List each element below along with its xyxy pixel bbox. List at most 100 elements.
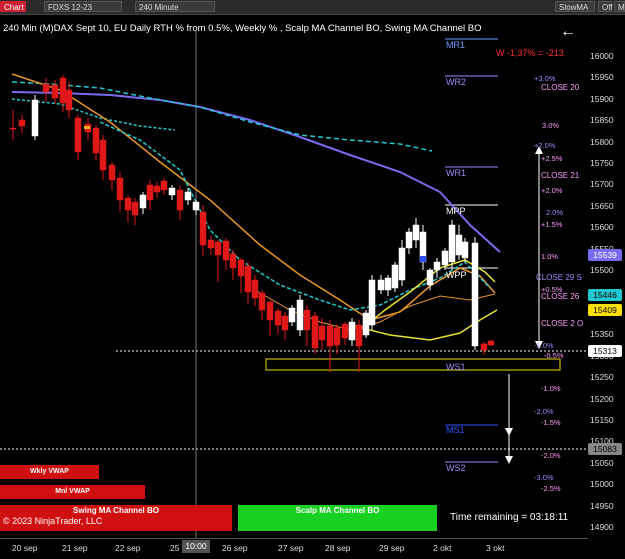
pct-label: 3.0% (542, 121, 560, 130)
candle-body (355, 324, 363, 347)
candle-body (168, 187, 176, 196)
candle-body (281, 315, 289, 331)
price-tick: 15800 (590, 136, 614, 147)
candle-body (480, 343, 488, 351)
candle-marker (84, 126, 90, 129)
price-axis: 16000 15950 15900 15850 15800 15750 15700 15650… (588, 30, 625, 540)
mnl-vwap-box: Mnl VWAP (0, 485, 145, 499)
close-label: CLOSE 29 S (536, 273, 582, 282)
candle-body (184, 191, 192, 201)
pct-label: -3.0% (534, 473, 554, 482)
price-tick: 14900 (590, 522, 614, 532)
candle-body (471, 242, 479, 347)
candle-body (412, 224, 420, 241)
level-mr1: MR1 (446, 40, 466, 50)
candle-body (51, 84, 59, 99)
price-chart[interactable] (0, 0, 588, 538)
candle-body (441, 250, 449, 266)
pct-label: -1.0% (534, 341, 554, 350)
price-tick: 15750 (590, 158, 614, 169)
time-axis: 20 sep 21 sep 22 sep 25 26 sep 27 sep 28 sep 29… (0, 538, 588, 559)
pct-label: -0.5% (544, 351, 564, 360)
candle-body (153, 185, 161, 193)
time-remaining-text: Time remaining = 03:18:11 (450, 512, 569, 523)
arrow-down-icon (505, 428, 513, 436)
candle-body (384, 277, 392, 291)
candle-body (31, 99, 39, 137)
candle-body (192, 201, 200, 211)
price-tag: 15446 (588, 289, 622, 301)
time-label: 22 sep (115, 543, 141, 553)
purple-ma-line (11, 91, 501, 253)
candle-body (99, 139, 107, 171)
candle-body (124, 197, 132, 211)
candle-body (65, 89, 73, 111)
mvwap-toggle[interactable]: M VWAP (614, 1, 625, 12)
candle-body (258, 292, 266, 311)
candle-body (222, 240, 230, 261)
candle-body (398, 247, 406, 281)
pct-label: +2.0% (534, 141, 556, 150)
time-label: 25 (170, 543, 180, 553)
level-ws2: WS2 (446, 463, 466, 473)
candle-body (303, 309, 311, 331)
price-tick: 15500 (590, 265, 614, 276)
price-tick: 15200 (590, 393, 614, 404)
arrow-down-icon (505, 456, 513, 464)
candle-body (9, 127, 17, 130)
candle-body (59, 77, 67, 104)
pct-label: 1.0% (541, 252, 559, 261)
time-label: 29 sep (379, 543, 405, 553)
candle-body (348, 321, 356, 341)
candle-body (426, 269, 434, 286)
candle-body (42, 83, 50, 93)
candle-body (311, 315, 319, 349)
time-label: 28 sep (325, 543, 351, 553)
candle-body (139, 194, 147, 209)
cursor-time-label: 10:00 (182, 540, 210, 553)
price-tick: 15650 (590, 200, 614, 211)
candle-body (229, 253, 237, 269)
price-tick: 15700 (590, 179, 614, 190)
level-wpp: WPP (446, 270, 467, 280)
time-label: 20 sep (12, 543, 38, 553)
candle-body (92, 127, 100, 154)
candle-body (244, 265, 252, 293)
candle-body (108, 164, 116, 181)
ws1-zone-box (265, 358, 561, 371)
candle-body (461, 241, 469, 259)
candle-body (333, 327, 341, 346)
off-toggle[interactable]: Off (598, 1, 613, 12)
pct-label: +2.5% (541, 154, 563, 163)
price-tag: 15313 (588, 345, 622, 357)
candle-body (214, 241, 222, 256)
level-wr1: WR1 (446, 168, 466, 178)
candle-body (318, 325, 326, 341)
candle-body (116, 177, 124, 201)
candle-body (274, 310, 282, 326)
price-tick: 15850 (590, 115, 614, 126)
candle-body (74, 117, 82, 153)
time-label: 3 okt (486, 543, 505, 553)
close-label: CLOSE 2 O (541, 319, 584, 328)
candle-body (433, 261, 441, 271)
candle-body (199, 211, 207, 246)
level-mpp: MPP (446, 206, 466, 216)
close-label: CLOSE 21 (541, 171, 580, 180)
candle-body (237, 259, 245, 277)
time-label: 26 sep (222, 543, 248, 553)
price-tag: 15083 (588, 443, 622, 455)
time-label: 21 sep (62, 543, 88, 553)
candle-body (341, 323, 349, 339)
wkly-vwap-box: Wkly VWAP (0, 465, 99, 479)
pct-label: +2.0% (541, 186, 563, 195)
candle-body (377, 279, 385, 291)
price-tick: 15950 (590, 72, 614, 83)
copyright-text: © 2023 NinjaTrader, LLC (3, 516, 103, 526)
price-tick: 15600 (590, 222, 614, 233)
price-tick: 15350 (590, 329, 614, 340)
candle-body (160, 180, 168, 191)
price-tag: 15539 (588, 249, 622, 261)
candle-body (455, 234, 463, 256)
candle-body (362, 312, 370, 336)
